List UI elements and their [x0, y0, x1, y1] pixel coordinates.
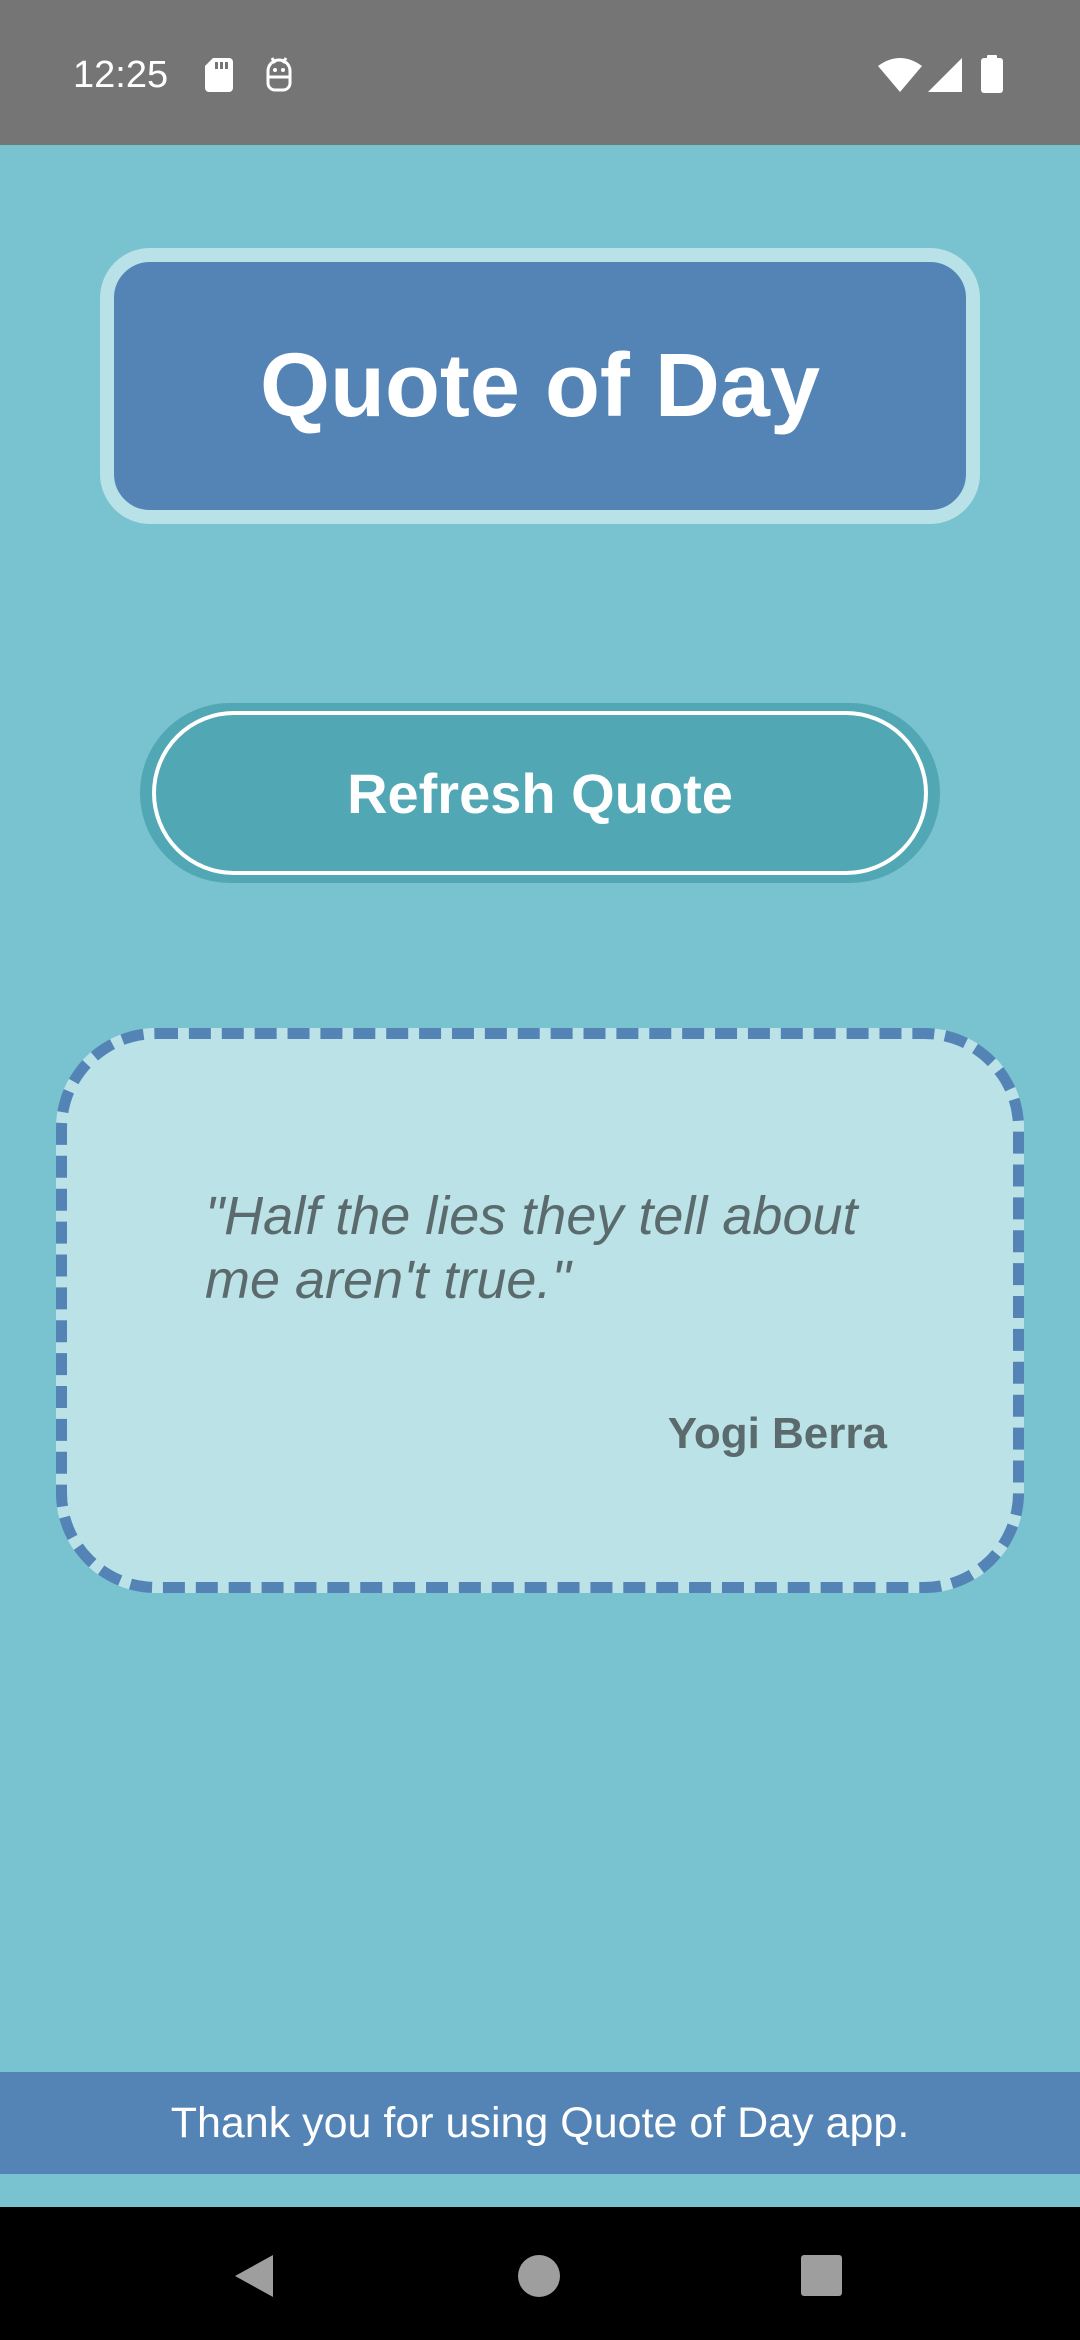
refresh-button-outline[interactable]: Refresh Quote [152, 711, 928, 875]
quote-card: "Half the lies they tell about me aren't… [56, 1028, 1024, 1593]
android-debug-icon [266, 57, 292, 92]
title-card: Quote of Day [100, 248, 980, 524]
sd-card-icon [205, 58, 233, 92]
footer-message: Thank you for using Quote of Day app. [170, 2098, 910, 2147]
navigation-bar [0, 2207, 1080, 2340]
refresh-button-label[interactable]: Refresh Quote [347, 761, 733, 826]
battery-icon [981, 55, 1003, 93]
cellular-signal-icon [928, 58, 962, 92]
status-bar: 12:25 [0, 0, 1080, 145]
home-icon[interactable] [518, 2255, 560, 2297]
refresh-quote-button[interactable]: Refresh Quote [140, 703, 940, 883]
app-title: Quote of Day [259, 335, 821, 436]
recents-icon[interactable] [801, 2255, 842, 2296]
status-time: 12:25 [73, 54, 169, 96]
quote-text: "Half the lies they tell about me aren't… [205, 1186, 858, 1310]
quote-author: Yogi Berra [667, 1409, 887, 1458]
back-icon[interactable] [235, 2255, 273, 2297]
wifi-icon [878, 58, 922, 92]
footer-banner: Thank you for using Quote of Day app. [0, 2072, 1080, 2174]
